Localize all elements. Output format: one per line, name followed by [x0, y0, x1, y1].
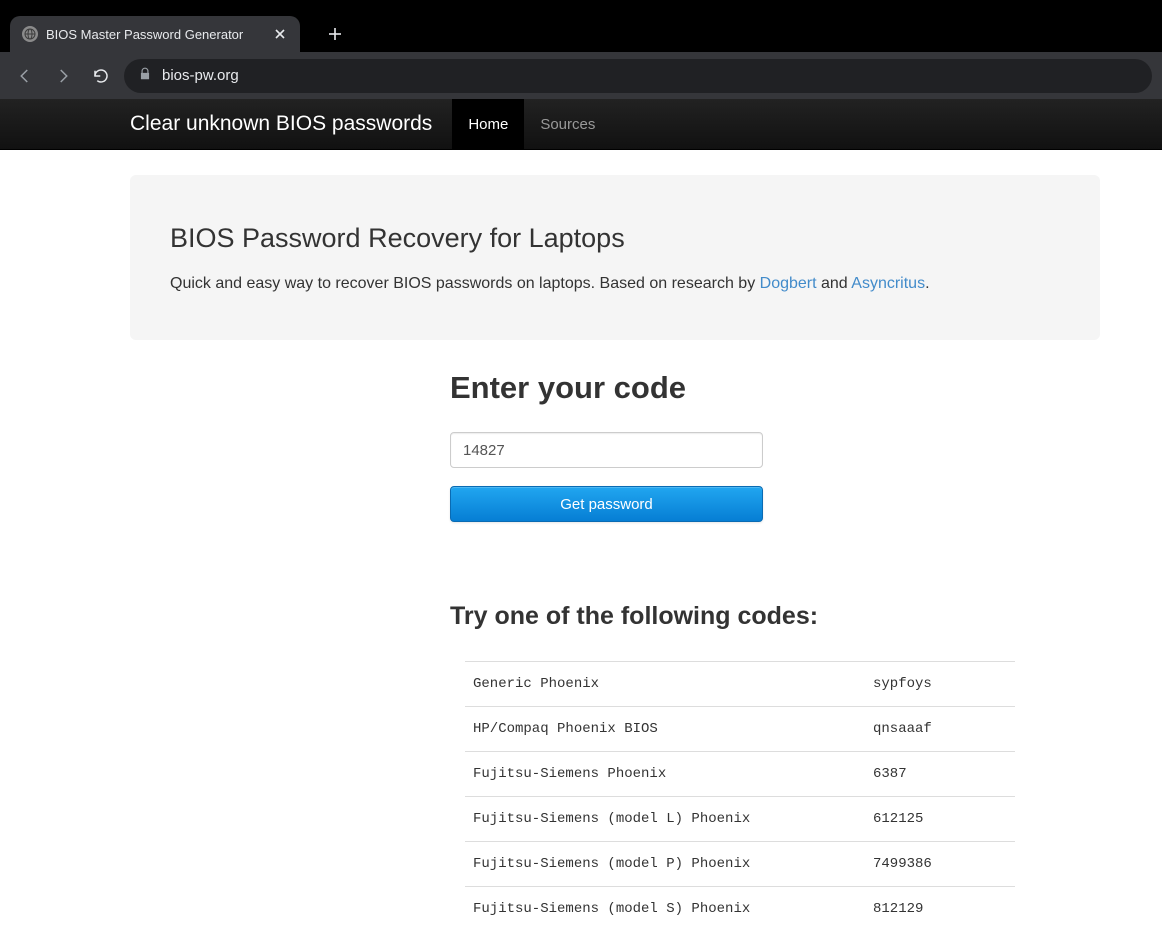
- form-heading: Enter your code: [450, 370, 1100, 406]
- table-row: Fujitsu-Siemens (model P) Phoenix7499386: [465, 842, 1015, 887]
- browser-tab[interactable]: BIOS Master Password Generator: [10, 16, 300, 52]
- link-dogbert[interactable]: Dogbert: [760, 275, 817, 292]
- site-navbar: Clear unknown BIOS passwords Home Source…: [0, 99, 1162, 150]
- code-cell: 6387: [865, 752, 1015, 797]
- get-password-button[interactable]: Get password: [450, 486, 763, 522]
- browser-chrome: BIOS Master Password Generator bios-pw.o…: [0, 0, 1162, 99]
- link-asyncritus[interactable]: Asyncritus: [851, 275, 925, 292]
- globe-icon: [22, 26, 38, 42]
- address-bar[interactable]: bios-pw.org: [124, 59, 1152, 93]
- vendor-cell: Generic Phoenix: [465, 662, 865, 707]
- code-cell: 7499386: [865, 842, 1015, 887]
- code-input[interactable]: [450, 432, 763, 468]
- browser-toolbar: bios-pw.org: [0, 52, 1162, 99]
- table-row: Generic Phoenixsypfoys: [465, 662, 1015, 707]
- url-text: bios-pw.org: [162, 67, 239, 84]
- lead-text-1: Quick and easy way to recover BIOS passw…: [170, 275, 760, 292]
- lock-icon: [138, 67, 152, 85]
- jumbotron: BIOS Password Recovery for Laptops Quick…: [130, 175, 1100, 340]
- vendor-cell: Fujitsu-Siemens Phoenix: [465, 752, 865, 797]
- code-cell: 612125: [865, 797, 1015, 842]
- vendor-cell: Fujitsu-Siemens (model S) Phoenix: [465, 887, 865, 932]
- new-tab-button[interactable]: [320, 19, 350, 49]
- lead-text-3: .: [925, 275, 929, 292]
- back-button[interactable]: [10, 61, 40, 91]
- forward-button[interactable]: [48, 61, 78, 91]
- brand[interactable]: Clear unknown BIOS passwords: [130, 112, 432, 136]
- code-cell: 812129: [865, 887, 1015, 932]
- form-section: Enter your code Get password: [450, 370, 1100, 522]
- table-row: Fujitsu-Siemens Phoenix6387: [465, 752, 1015, 797]
- tab-strip: BIOS Master Password Generator: [0, 0, 1162, 52]
- results-heading: Try one of the following codes:: [450, 602, 1150, 631]
- results-table: Generic PhoenixsypfoysHP/Compaq Phoenix …: [465, 661, 1015, 931]
- nav-sources[interactable]: Sources: [524, 99, 611, 150]
- jumbo-lead: Quick and easy way to recover BIOS passw…: [170, 272, 1060, 296]
- code-cell: qnsaaaf: [865, 707, 1015, 752]
- table-row: Fujitsu-Siemens (model S) Phoenix812129: [465, 887, 1015, 932]
- nav-home[interactable]: Home: [452, 99, 524, 150]
- table-row: Fujitsu-Siemens (model L) Phoenix612125: [465, 797, 1015, 842]
- lead-text-2: and: [817, 275, 852, 292]
- results-section: Try one of the following codes: Generic …: [450, 602, 1150, 931]
- jumbo-title: BIOS Password Recovery for Laptops: [170, 223, 1060, 254]
- page-content: Clear unknown BIOS passwords Home Source…: [0, 99, 1162, 931]
- tab-title: BIOS Master Password Generator: [46, 27, 264, 42]
- close-tab-button[interactable]: [272, 26, 288, 42]
- container: BIOS Password Recovery for Laptops Quick…: [130, 150, 1100, 931]
- vendor-cell: Fujitsu-Siemens (model L) Phoenix: [465, 797, 865, 842]
- vendor-cell: Fujitsu-Siemens (model P) Phoenix: [465, 842, 865, 887]
- table-row: HP/Compaq Phoenix BIOSqnsaaaf: [465, 707, 1015, 752]
- vendor-cell: HP/Compaq Phoenix BIOS: [465, 707, 865, 752]
- code-cell: sypfoys: [865, 662, 1015, 707]
- reload-button[interactable]: [86, 61, 116, 91]
